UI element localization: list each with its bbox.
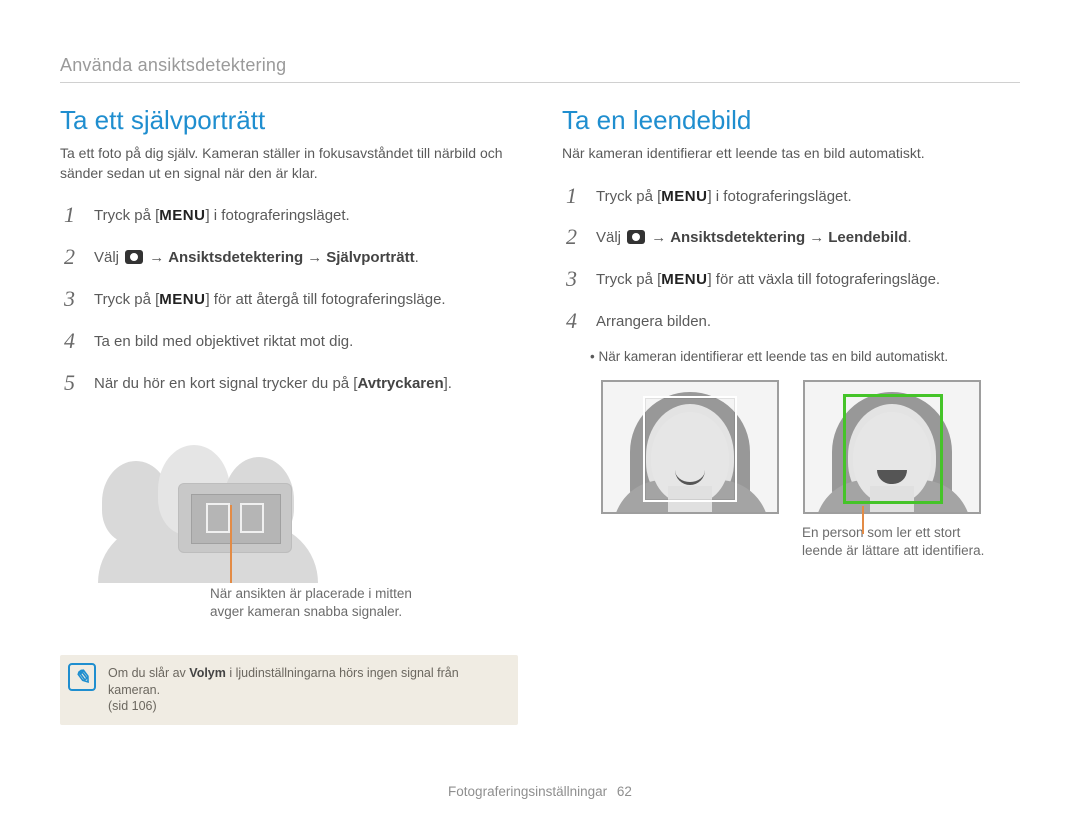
menu-icon: MENU: [661, 188, 707, 205]
smile-caption-l1: En person som ler ett stort: [802, 525, 960, 540]
note-line2: (sid 106): [108, 699, 157, 713]
selfie-caption-l2: avger kameran snabba signaler.: [210, 604, 402, 619]
right-title: Ta en leendebild: [562, 105, 1020, 136]
step-text: Tryck på [MENU] i fotograferingsläget.: [592, 178, 1020, 220]
note-box: ✎ Om du slår av Volym i ljudinställninga…: [60, 655, 518, 726]
step-number: 3: [562, 261, 592, 303]
camera-glyph-icon: [627, 230, 645, 244]
step-text: Arrangera bilden.: [592, 303, 1020, 345]
step-number: 4: [60, 323, 90, 365]
left-intro: Ta ett foto på dig själv. Kameran ställe…: [60, 144, 518, 183]
footer-label: Fotograferingsinställningar: [448, 784, 607, 799]
left-steps: 1Tryck på [MENU] i fotograferingsläget.2…: [60, 197, 518, 406]
arrow-right-icon: →: [307, 247, 322, 269]
leader-line-icon: [230, 505, 232, 583]
step-text: Välj →Ansiktsdetektering→Självporträtt.: [90, 239, 518, 281]
page-number: 62: [617, 784, 632, 799]
camera-glyph-icon: [125, 250, 143, 264]
step-text: Ta en bild med objektivet riktat mot dig…: [90, 323, 518, 365]
right-column: Ta en leendebild När kameran identifiera…: [562, 105, 1020, 725]
step-number: 2: [562, 219, 592, 261]
step-text: När du hör en kort signal trycker du på …: [90, 365, 518, 407]
left-column: Ta ett självporträtt Ta ett foto på dig …: [60, 105, 518, 725]
step-number: 4: [562, 303, 592, 345]
smile-frame-neutral: [601, 380, 779, 514]
note-line1-a: Om du slår av: [108, 666, 189, 680]
smile-illustrations: [562, 380, 1020, 514]
step-text: Tryck på [MENU] för att växla till fotog…: [592, 261, 1020, 303]
right-sub-bullet: När kameran identifierar ett leende tas …: [590, 349, 1020, 364]
camera-icon: [178, 483, 292, 553]
right-intro: När kameran identifierar ett leende tas …: [562, 144, 1020, 164]
left-title: Ta ett självporträtt: [60, 105, 518, 136]
selfie-illustration: När ansikten är placerade i mitten avger…: [60, 423, 518, 623]
menu-icon: MENU: [159, 207, 205, 224]
note-line1-bold: Volym: [189, 666, 226, 680]
page-footer: Fotograferingsinställningar 62: [0, 784, 1080, 799]
step-text: Välj →Ansiktsdetektering→Leendebild.: [592, 219, 1020, 261]
smile-caption: En person som ler ett stort leende är lä…: [562, 524, 1020, 560]
selfie-caption: När ansikten är placerade i mitten avger…: [210, 585, 412, 621]
step-number: 2: [60, 239, 90, 281]
focus-box-white-icon: [643, 396, 737, 502]
smile-caption-l2: leende är lättare att identifiera.: [802, 543, 984, 558]
arrow-right-icon: →: [149, 247, 164, 269]
focus-box-green-icon: [843, 394, 943, 504]
step-number: 5: [60, 365, 90, 407]
step-number: 1: [562, 178, 592, 220]
smile-frame-smiling: [803, 380, 981, 514]
step-number: 1: [60, 197, 90, 239]
page-header: Använda ansiktsdetektering: [60, 55, 1020, 76]
step-number: 3: [60, 281, 90, 323]
note-icon: ✎: [68, 663, 96, 691]
leader-line-icon: [862, 506, 864, 534]
menu-icon: MENU: [159, 291, 205, 308]
step-text: Tryck på [MENU] för att återgå till foto…: [90, 281, 518, 323]
arrow-right-icon: →: [809, 227, 824, 249]
selfie-caption-l1: När ansikten är placerade i mitten: [210, 586, 412, 601]
right-steps: 1Tryck på [MENU] i fotograferingsläget.2…: [562, 178, 1020, 346]
arrow-right-icon: →: [651, 227, 666, 249]
header-rule: [60, 82, 1020, 83]
menu-icon: MENU: [661, 271, 707, 288]
step-text: Tryck på [MENU] i fotograferingsläget.: [90, 197, 518, 239]
